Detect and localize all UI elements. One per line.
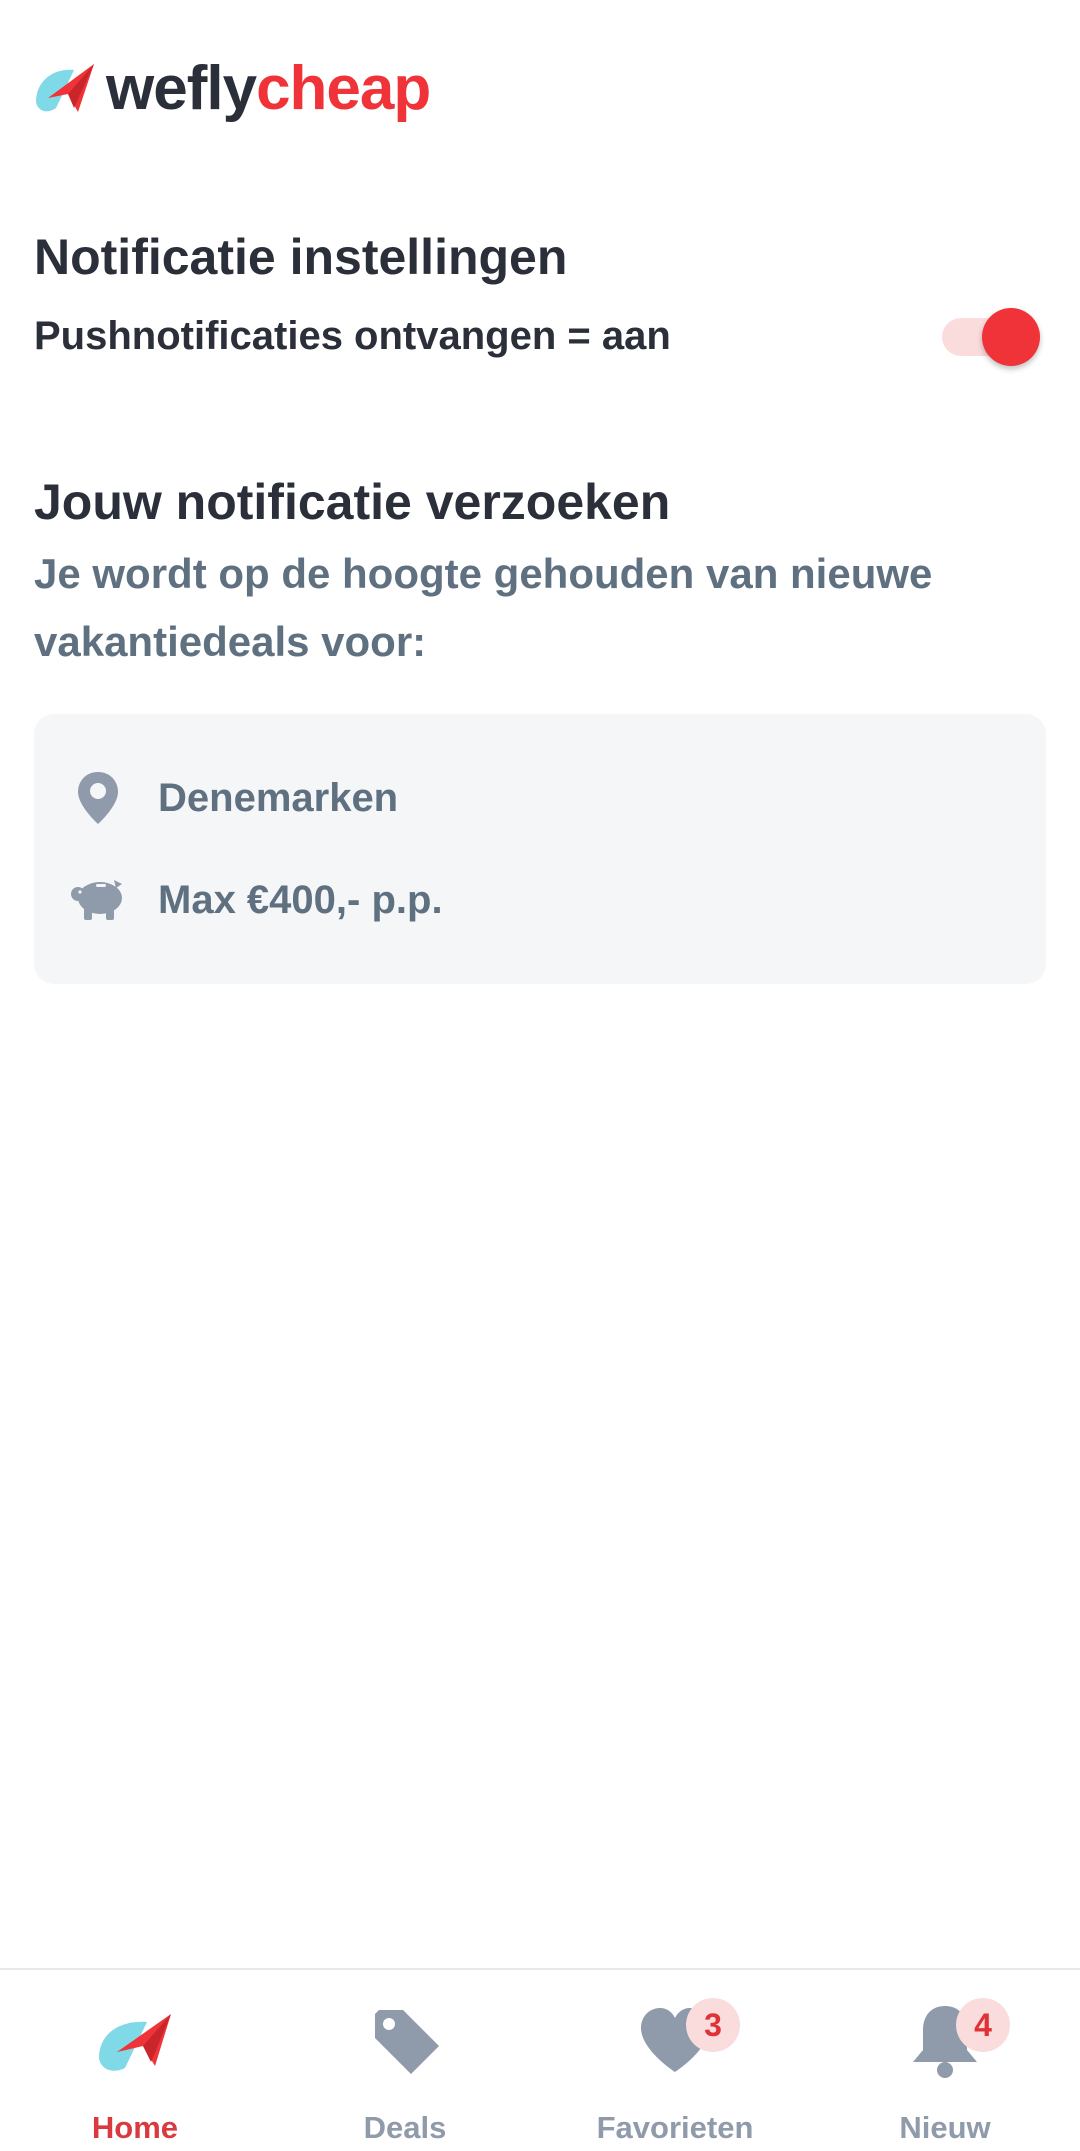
- new-count-badge: 4: [956, 1998, 1010, 2052]
- favorites-count-badge: 3: [686, 1998, 740, 2052]
- request-destination: Denemarken: [70, 768, 398, 828]
- budget-label: Max €400,- p.p.: [158, 877, 443, 922]
- destination-label: Denemarken: [158, 775, 399, 820]
- nav-label-favorieten: Favorieten: [596, 2110, 754, 2145]
- nav-item-favorieten[interactable]: 3 Favorieten: [540, 1970, 810, 2151]
- nav-label-nieuw: Nieuw: [899, 2110, 991, 2145]
- push-notification-row: Pushnotificaties ontvangen = aan: [34, 308, 1040, 366]
- nav-item-deals[interactable]: Deals: [270, 1970, 540, 2151]
- logo-text-cheap: cheap: [256, 54, 431, 123]
- nav-item-home[interactable]: Home: [0, 1970, 270, 2151]
- nav-label-home: Home: [91, 2110, 179, 2145]
- notification-requests-subtitle: Je wordt op de hoogte gehouden van nieuw…: [34, 550, 933, 665]
- notification-settings-title: Notificatie instellingen: [34, 229, 568, 285]
- toggle-thumb: [982, 308, 1040, 366]
- plane-logo-icon: [36, 64, 94, 112]
- logo-text-wefly: wefly: [106, 54, 257, 123]
- bottom-navigation: Home Deals 3 Favorieten 4 Nieuw: [0, 1968, 1080, 2151]
- logo-wordmark: weflycheap: [106, 58, 431, 120]
- nav-item-nieuw[interactable]: 4 Nieuw: [810, 1970, 1080, 2151]
- plane-logo-icon: [99, 2014, 171, 2071]
- location-pin-icon: [70, 770, 126, 826]
- notification-requests-title: Jouw notificatie verzoeken: [34, 474, 671, 530]
- push-notification-toggle[interactable]: [942, 308, 1040, 366]
- tag-icon: [375, 2010, 439, 2074]
- notification-request-card: Denemarken Max €400,- p.p.: [34, 714, 1046, 984]
- request-budget: Max €400,- p.p.: [70, 870, 443, 930]
- app-logo[interactable]: weflycheap: [34, 54, 431, 124]
- push-notification-label: Pushnotificaties ontvangen = aan: [34, 313, 671, 358]
- piggy-bank-icon: [70, 872, 126, 928]
- nav-label-deals: Deals: [363, 2110, 447, 2145]
